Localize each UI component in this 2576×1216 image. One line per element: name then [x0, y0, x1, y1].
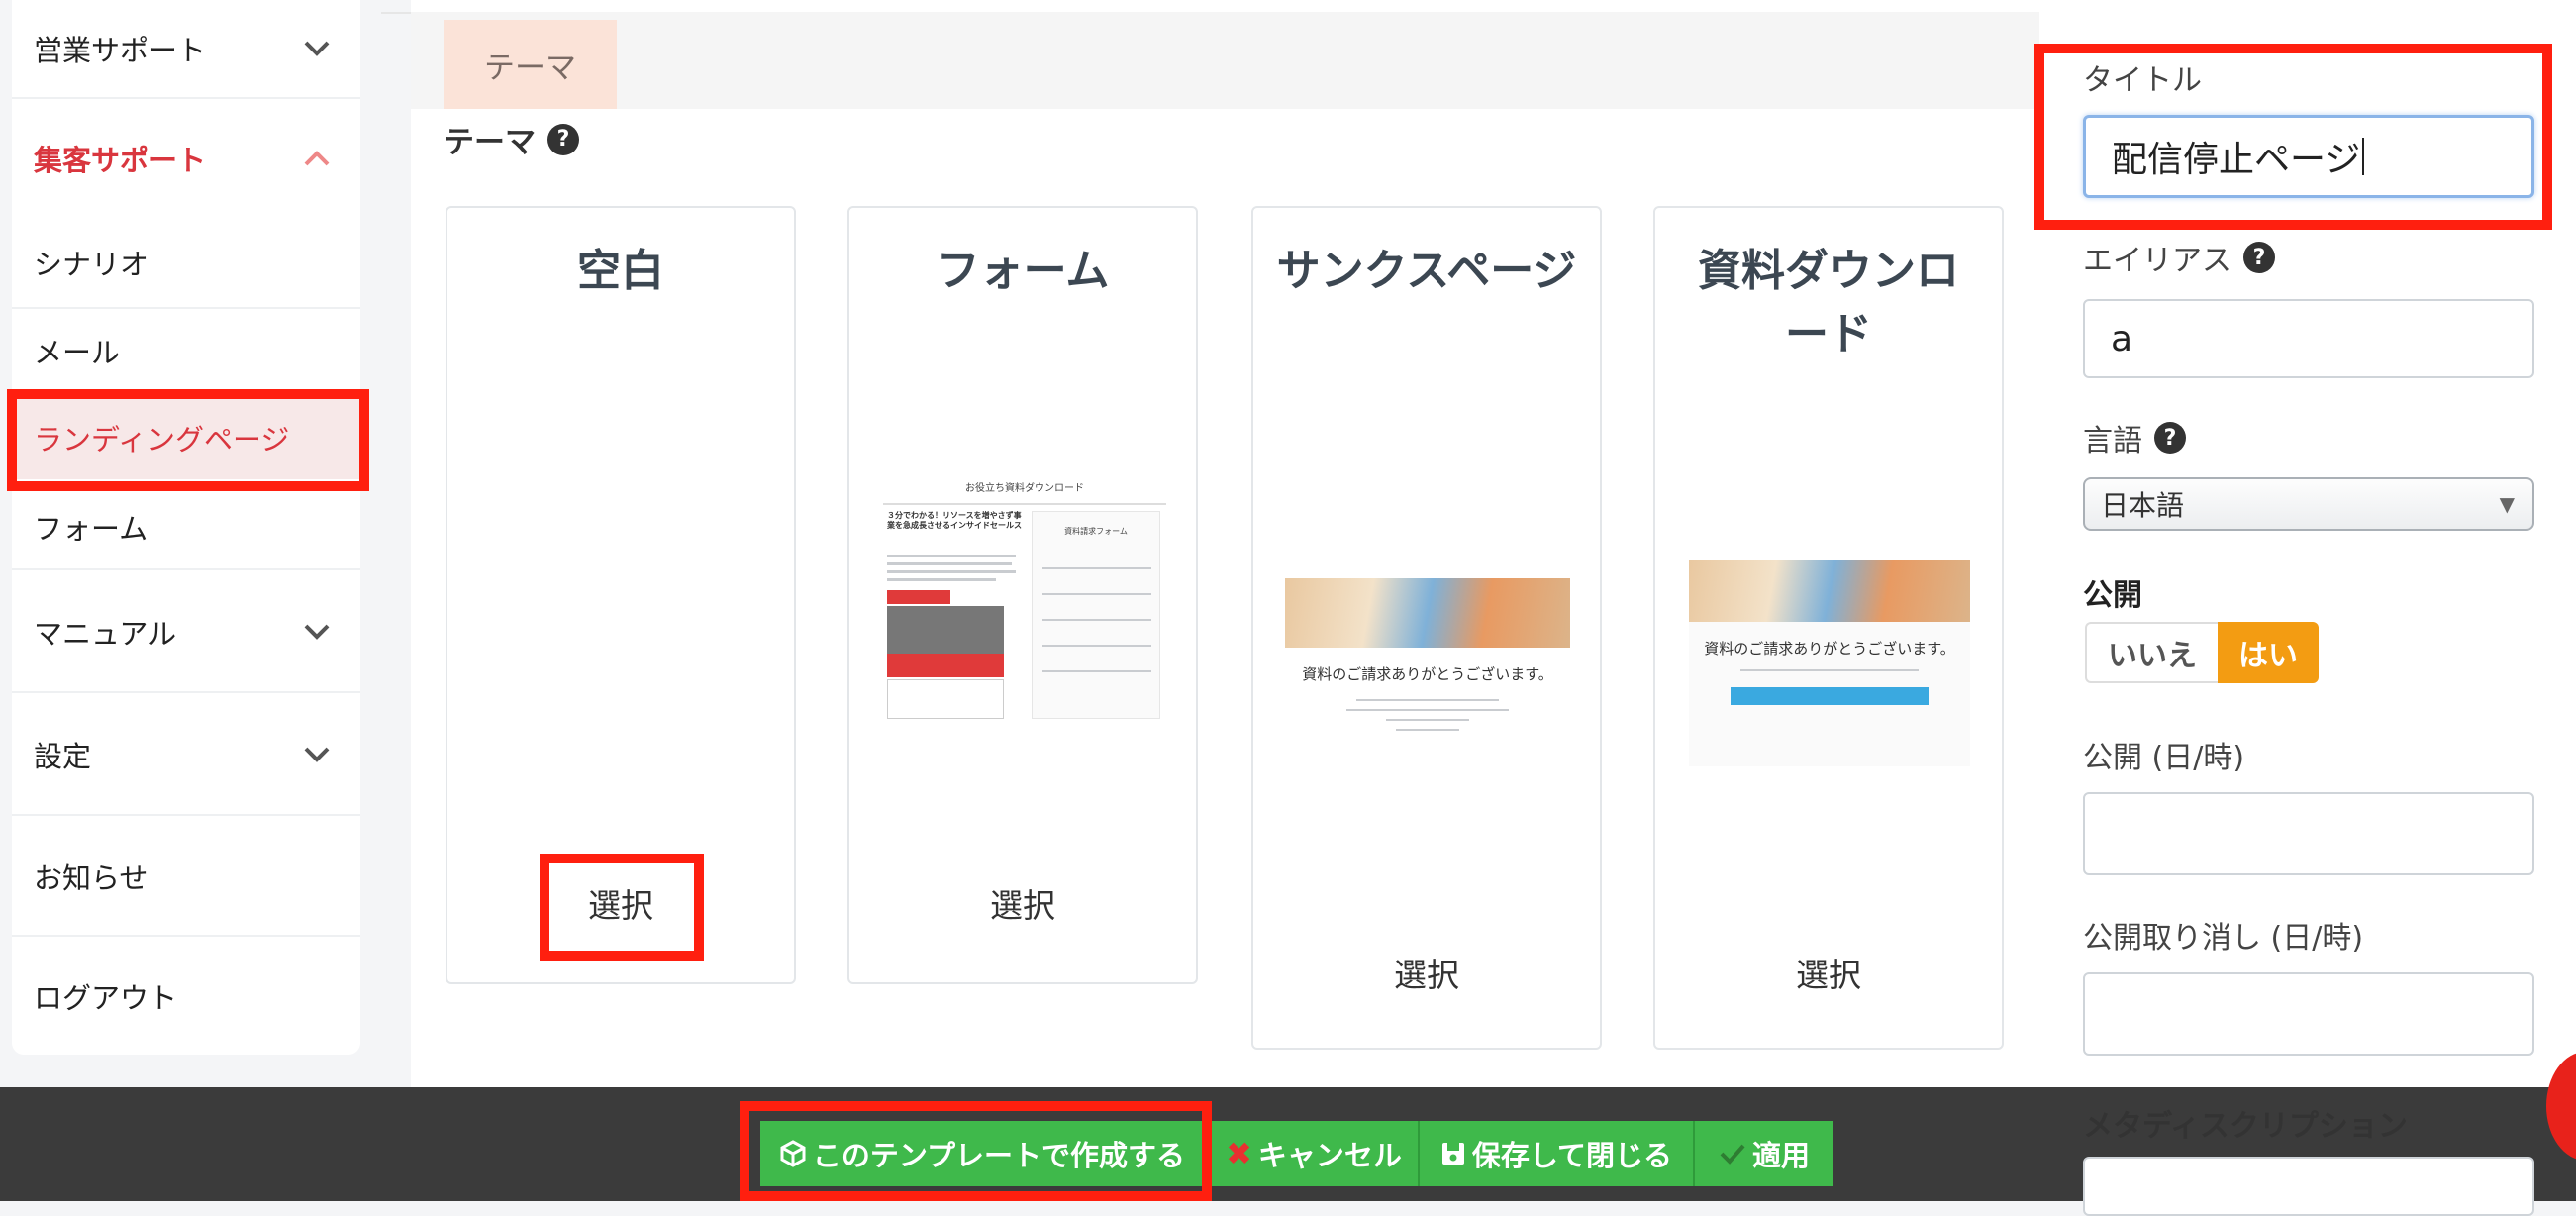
section-label-theme: テーマ ?: [444, 117, 579, 161]
template-thumbnail: お役立ち資料ダウンロード ３分でわかる！リソースを増やさず事業を急成長させるイン…: [883, 475, 1166, 723]
create-from-template-button[interactable]: このテンプレートで作成する: [760, 1121, 1206, 1186]
sidebar-item-label: お知らせ: [34, 861, 149, 895]
sidebar-item-news[interactable]: お知らせ: [12, 818, 360, 937]
title-label-text: タイトル: [2083, 63, 2202, 98]
publish-yes-toggle[interactable]: はい: [2218, 622, 2319, 683]
language-label-text: 言語: [2083, 424, 2142, 458]
sidebar-item-landing-page[interactable]: ランディングページ: [12, 396, 360, 479]
thumb-thanks-message: 資料のご請求ありがとうございます。: [1302, 665, 1553, 683]
meta-description-input[interactable]: [2083, 1157, 2534, 1216]
publish-date-label: 公開 (日/時): [2083, 733, 2244, 776]
chevron-down-icon: [304, 624, 330, 640]
tab-bar: [411, 12, 2039, 109]
apply-label: 適用: [1751, 1139, 1810, 1172]
chevron-down-icon: [304, 41, 330, 56]
cancel-button[interactable]: ✖ キャンセル: [1210, 1121, 1420, 1186]
sidebar-item-label: フォーム: [34, 512, 149, 546]
alias-input[interactable]: a: [2083, 299, 2534, 378]
sidebar-item-manual[interactable]: マニュアル: [12, 572, 360, 693]
publish-label-text: 公開: [2083, 578, 2142, 613]
apply-button[interactable]: 適用: [1695, 1121, 1833, 1186]
title-label: タイトル: [2083, 55, 2202, 99]
sidebar-item-label: 営業サポート: [34, 34, 207, 67]
select-button[interactable]: 選択: [1655, 949, 2002, 996]
language-select[interactable]: 日本語 ▼: [2083, 477, 2534, 531]
title-input-value: 配信停止ページ: [2112, 140, 2361, 180]
template-thumbnail: 資料のご請求ありがとうございます。: [1285, 578, 1570, 776]
help-icon[interactable]: ?: [2154, 422, 2186, 454]
checkmark-icon: [1720, 1144, 1745, 1165]
title-input[interactable]: 配信停止ページ: [2083, 115, 2534, 198]
sidebar-item-marketing-support[interactable]: 集客サポート: [12, 109, 360, 208]
language-label: 言語?: [2083, 416, 2186, 459]
alias-label: エイリアス?: [2083, 236, 2275, 279]
sidebar-item-form[interactable]: フォーム: [12, 485, 360, 570]
alias-label-text: エイリアス: [2083, 244, 2231, 278]
sidebar-item-logout[interactable]: ログアウト: [12, 939, 360, 1054]
template-card-blank[interactable]: 空白 選択: [446, 206, 796, 984]
publish-no-toggle[interactable]: いいえ: [2085, 622, 2218, 683]
sidebar-item-settings[interactable]: 設定: [12, 695, 360, 816]
close-icon: ✖: [1226, 1135, 1252, 1172]
template-card-document-download[interactable]: 資料ダウンロード 資料のご請求ありがとうございます。 選択: [1653, 206, 2004, 1050]
publish-date-input[interactable]: [2083, 792, 2534, 875]
chevron-up-icon: [304, 151, 330, 166]
sidebar: 営業サポート 集客サポート シナリオ メール ランディングページ フォーム マニ…: [12, 0, 360, 1055]
card-title: フォーム: [936, 246, 1110, 296]
template-thumbnail: 資料のご請求ありがとうございます。: [1689, 560, 1970, 766]
save-disk-icon: [1441, 1143, 1464, 1165]
sidebar-item-sales-support[interactable]: 営業サポート: [12, 0, 360, 99]
select-button[interactable]: 選択: [447, 879, 794, 927]
meta-description-label-text: メタディスクリプション: [2083, 1109, 2408, 1144]
card-title: サンクスページ: [1276, 246, 1577, 296]
thumb-lead: ３分でわかる！リソースを増やさず事業を急成長させるインサイドセールス: [887, 511, 1022, 531]
select-button[interactable]: 選択: [849, 879, 1196, 927]
template-card-thanks-page[interactable]: サンクスページ 資料のご請求ありがとうございます。 選択: [1251, 206, 1602, 1050]
sidebar-item-label: ランディングページ: [34, 423, 290, 456]
language-select-value: 日本語: [2101, 489, 2185, 522]
meta-description-label: メタディスクリプション: [2083, 1101, 2408, 1145]
thumb-heading: お役立ち資料ダウンロード: [965, 483, 1084, 494]
save-and-close-button[interactable]: 保存して閉じる: [1420, 1121, 1695, 1186]
sidebar-item-label: 設定: [34, 740, 92, 773]
text-cursor: [2362, 138, 2365, 175]
section-label-text: テーマ: [444, 125, 536, 160]
sidebar-item-label: 集客サポート: [34, 144, 207, 177]
select-button[interactable]: 選択: [1253, 949, 1600, 996]
cube-icon: [780, 1140, 806, 1167]
unpublish-date-label: 公開取り消し (日/時): [2083, 913, 2363, 957]
alias-input-value: a: [2111, 318, 2133, 359]
help-icon[interactable]: ?: [547, 123, 579, 155]
unpublish-date-input[interactable]: [2083, 972, 2534, 1056]
dropdown-caret-icon: ▼: [2499, 492, 2515, 516]
card-title: 空白: [577, 246, 664, 296]
sidebar-item-label: マニュアル: [34, 617, 177, 651]
unpublish-date-label-text: 公開取り消し (日/時): [2083, 921, 2364, 956]
template-card-form[interactable]: フォーム お役立ち資料ダウンロード ３分でわかる！リソースを増やさず事業を急成長…: [847, 206, 1198, 984]
sidebar-item-mail[interactable]: メール: [12, 311, 360, 390]
thumb-form-title: 資料請求フォーム: [1064, 527, 1128, 536]
help-icon[interactable]: ?: [2243, 242, 2275, 273]
chevron-down-icon: [304, 747, 330, 762]
create-from-template-label: このテンプレートで作成する: [812, 1139, 1186, 1172]
publish-label: 公開: [2083, 570, 2142, 614]
sidebar-item-scenario[interactable]: シナリオ: [12, 218, 360, 309]
save-and-close-label: 保存して閉じる: [1471, 1139, 1673, 1172]
sidebar-item-label: メール: [34, 336, 121, 369]
tab-theme[interactable]: テーマ: [444, 20, 617, 109]
card-title: 資料ダウンロード: [1698, 246, 1959, 359]
publish-date-label-text: 公開 (日/時): [2083, 741, 2245, 775]
sidebar-item-label: シナリオ: [34, 248, 149, 281]
cancel-label: キャンセル: [1257, 1139, 1402, 1172]
sidebar-item-label: ログアウト: [34, 981, 178, 1015]
thumb-download-message: 資料のご請求ありがとうございます。: [1704, 640, 1955, 658]
